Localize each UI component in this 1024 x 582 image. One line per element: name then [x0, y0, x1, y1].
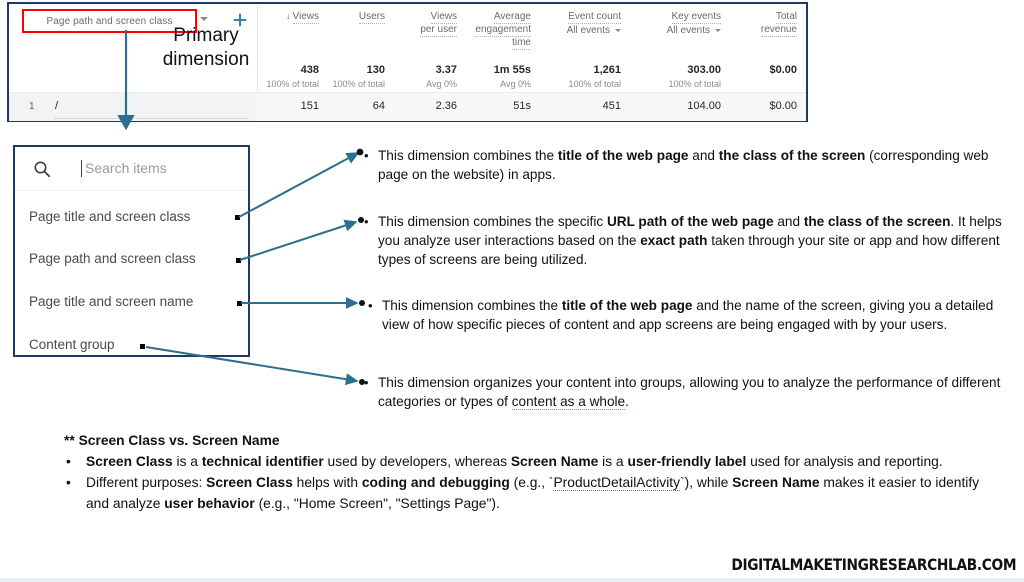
total-users: 130 [366, 64, 385, 76]
description-4: • This dimension organizes your content … [364, 373, 1016, 411]
row-underline [55, 118, 247, 119]
description-3-text: This dimension combines the title of the… [382, 298, 994, 332]
column-header-views-per-user-label: Views per user [420, 11, 457, 37]
notes-section: ** Screen Class vs. Screen Name • Screen… [50, 430, 980, 514]
row-index: 1 [29, 101, 35, 112]
notes-heading: ** Screen Class vs. Screen Name [64, 433, 280, 448]
total-key-events: 303.00 [687, 64, 721, 76]
column-header-users-label: Users [358, 11, 385, 24]
note-item-2: • Different purposes: Screen Class helps… [64, 472, 980, 514]
total-total-revenue: $0.00 [769, 64, 797, 76]
dropdown-item-page-path-and-screen-class[interactable]: Page path and screen class [29, 251, 196, 266]
column-header-views-label: Views [292, 11, 319, 24]
note-item-1-text: Screen Class is a technical identifier u… [86, 454, 943, 469]
text-cursor [81, 160, 82, 177]
column-header-users[interactable]: Users [329, 10, 385, 24]
connector-anchor-1 [235, 215, 240, 220]
event-count-filter-label: All events [566, 25, 610, 36]
search-icon [33, 160, 51, 178]
table-header: Page path and screen class ↓ Views Users … [9, 4, 806, 92]
arrow-item2-to-description2 [239, 217, 364, 261]
note-item-1: • Screen Class is a technical identifier… [64, 451, 980, 472]
bullet-icon: • [364, 375, 369, 390]
row-key-events: 104.00 [687, 100, 721, 112]
dimension-dropdown-panel: Search items Page title and screen class… [13, 145, 250, 357]
search-input-placeholder[interactable]: Search items [85, 160, 167, 176]
bullet-icon: • [364, 214, 369, 229]
description-3: • This dimension combines the title of t… [368, 296, 1016, 334]
total-average-engagement-time: 1m 55s [493, 64, 531, 76]
key-events-filter[interactable]: All events [639, 25, 721, 36]
bottom-strip [0, 578, 1024, 582]
bullet-icon: • [364, 148, 369, 163]
event-count-filter[interactable]: All events [539, 25, 621, 36]
bullet-icon: • [66, 454, 71, 469]
column-header-event-count-label: Event count [568, 11, 621, 24]
column-header-event-count[interactable]: Event count All events [539, 10, 621, 36]
total-views: 438 [300, 64, 319, 76]
chevron-down-icon[interactable] [615, 28, 621, 32]
arrow-item3-to-description3 [241, 297, 365, 309]
description-4-text: This dimension organizes your content in… [378, 375, 1001, 410]
description-2-text: This dimension combines the specific URL… [378, 214, 1002, 267]
row-event-count: 451 [602, 100, 621, 112]
dropdown-item-page-title-and-screen-class[interactable]: Page title and screen class [29, 209, 190, 224]
total-users-sub: 100% of total [332, 79, 385, 89]
primary-dimension-callout: Primary dimension [162, 25, 250, 70]
total-views-per-user: 3.37 [435, 64, 457, 76]
table-row[interactable]: 1 / 151 64 2.36 51s 451 104.00 $0.00 [9, 92, 806, 121]
total-average-engagement-time-sub: Avg 0% [500, 79, 531, 89]
watermark: DIGITALMAKETINGRESEARCHLAB.COM [731, 555, 1016, 574]
column-header-views[interactable]: ↓ Views [263, 10, 319, 24]
column-header-key-events[interactable]: Key events All events [639, 10, 721, 36]
chevron-down-icon[interactable] [715, 28, 721, 32]
dropdown-item-content-group[interactable]: Content group [29, 337, 115, 352]
column-header-total-revenue[interactable]: Total revenue [733, 10, 797, 37]
search-row[interactable]: Search items [15, 147, 248, 191]
column-header-views-per-user[interactable]: Views per user [395, 10, 457, 37]
ga-report-table: Page path and screen class ↓ Views Users … [7, 2, 808, 122]
connector-anchor-3 [237, 301, 242, 306]
row-views: 151 [300, 100, 319, 112]
arrow-item1-to-description1 [238, 148, 364, 218]
key-events-filter-label: All events [666, 25, 710, 36]
column-header-average-engagement-time-label: Average engagement time [475, 11, 531, 50]
description-1: • This dimension combines the title of t… [364, 146, 1016, 184]
row-dimension-cell [9, 93, 257, 121]
row-page-path[interactable]: / [55, 100, 58, 112]
connector-anchor-2 [236, 258, 241, 263]
column-header-total-revenue-label: Total revenue [760, 11, 797, 37]
description-1-text: This dimension combines the title of the… [378, 148, 989, 182]
row-total-revenue: $0.00 [769, 100, 797, 112]
row-views-per-user: 2.36 [435, 100, 457, 112]
column-header-average-engagement-time[interactable]: Average engagement time [461, 10, 531, 50]
chevron-down-icon[interactable] [200, 17, 208, 21]
sort-down-arrow-icon[interactable]: ↓ [286, 11, 291, 21]
bullet-icon: • [66, 475, 71, 490]
connector-anchor-4 [140, 344, 145, 349]
bullet-icon: • [368, 298, 373, 313]
column-header-key-events-label: Key events [671, 11, 721, 24]
row-average-engagement-time: 51s [513, 100, 531, 112]
note-item-2-text: Different purposes: Screen Class helps w… [86, 475, 980, 511]
row-users: 64 [372, 100, 385, 112]
total-key-events-sub: 100% of total [668, 79, 721, 89]
total-event-count: 1,261 [593, 64, 621, 76]
dropdown-item-page-title-and-screen-name[interactable]: Page title and screen name [29, 294, 193, 309]
total-views-per-user-sub: Avg 0% [426, 79, 457, 89]
total-event-count-sub: 100% of total [568, 79, 621, 89]
total-views-sub: 100% of total [266, 79, 319, 89]
description-2: • This dimension combines the specific U… [364, 212, 1016, 269]
